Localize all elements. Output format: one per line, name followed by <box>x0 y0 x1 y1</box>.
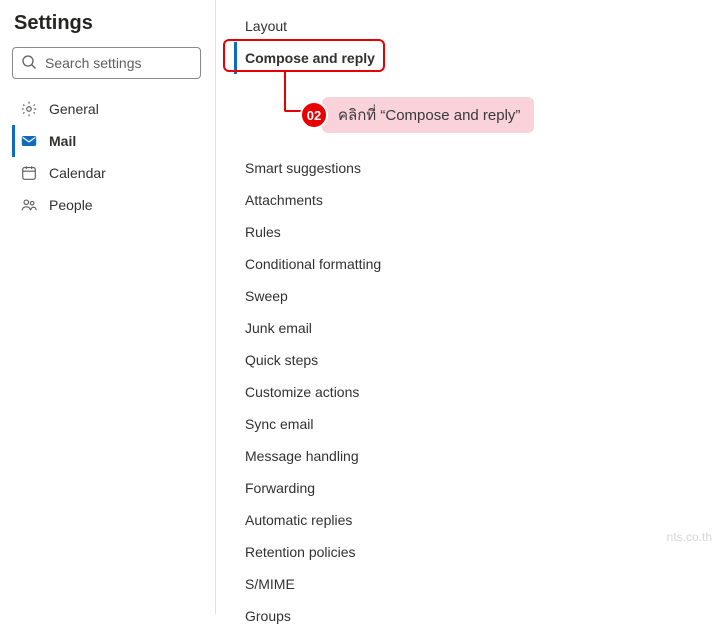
sub-item-smime[interactable]: S/MIME <box>234 568 720 600</box>
nav-item-general[interactable]: General <box>12 93 215 125</box>
people-icon <box>19 195 39 215</box>
sub-item-customize-actions[interactable]: Customize actions <box>234 376 720 408</box>
sub-label: Compose and reply <box>245 50 375 66</box>
sub-label: Groups <box>245 608 291 624</box>
settings-sidebar: Settings General <box>0 0 215 614</box>
sub-label: Rules <box>245 224 281 240</box>
mail-settings-list: Layout Compose and reply <box>234 10 720 74</box>
sub-label: Layout <box>245 18 287 34</box>
annotation-text: คลิกที่ “Compose and reply” <box>322 97 534 133</box>
search-input[interactable] <box>45 55 192 71</box>
sub-label: Conditional formatting <box>245 256 381 272</box>
mail-settings-list-cont: Smart suggestions Attachments Rules Cond… <box>234 152 720 632</box>
sub-item-sweep[interactable]: Sweep <box>234 280 720 312</box>
nav-label: Calendar <box>49 165 106 181</box>
search-settings[interactable] <box>12 47 201 79</box>
sub-label: Retention policies <box>245 544 356 560</box>
sub-item-attachments[interactable]: Attachments <box>234 184 720 216</box>
settings-title: Settings <box>12 10 215 47</box>
sub-label: Sweep <box>245 288 288 304</box>
sub-label: Customize actions <box>245 384 359 400</box>
sub-label: Automatic replies <box>245 512 352 528</box>
nav-item-people[interactable]: People <box>12 189 215 221</box>
sub-label: Forwarding <box>245 480 315 496</box>
sub-item-sync-email[interactable]: Sync email <box>234 408 720 440</box>
gear-icon <box>19 99 39 119</box>
sub-label: Sync email <box>245 416 313 432</box>
sub-item-quick-steps[interactable]: Quick steps <box>234 344 720 376</box>
sub-item-automatic-replies[interactable]: Automatic replies <box>234 504 720 536</box>
nav-item-mail[interactable]: Mail <box>12 125 215 157</box>
sub-item-compose-and-reply[interactable]: Compose and reply <box>234 42 720 74</box>
nav-label: General <box>49 101 99 117</box>
annotation-step-number: 02 <box>300 101 328 129</box>
sub-item-groups[interactable]: Groups <box>234 600 720 632</box>
sub-label: Junk email <box>245 320 312 336</box>
sub-label: S/MIME <box>245 576 295 592</box>
sub-item-layout[interactable]: Layout <box>234 10 720 42</box>
nav-label: Mail <box>49 133 76 149</box>
settings-nav: General Mail <box>12 93 215 221</box>
sub-label: Smart suggestions <box>245 160 361 176</box>
sub-label: Quick steps <box>245 352 318 368</box>
sub-item-retention-policies[interactable]: Retention policies <box>234 536 720 568</box>
sub-item-junk-email[interactable]: Junk email <box>234 312 720 344</box>
calendar-icon <box>19 163 39 183</box>
mail-icon <box>19 131 39 151</box>
sub-item-message-handling[interactable]: Message handling <box>234 440 720 472</box>
sub-item-conditional-formatting[interactable]: Conditional formatting <box>234 248 720 280</box>
search-icon <box>21 54 37 73</box>
sub-item-forwarding[interactable]: Forwarding <box>234 472 720 504</box>
sub-label: Message handling <box>245 448 359 464</box>
annotation-callout: 02 คลิกที่ “Compose and reply” <box>300 97 534 133</box>
sub-item-smart-suggestions[interactable]: Smart suggestions <box>234 152 720 184</box>
watermark: nts.co.th <box>667 530 712 544</box>
sub-label: Attachments <box>245 192 323 208</box>
nav-item-calendar[interactable]: Calendar <box>12 157 215 189</box>
nav-label: People <box>49 197 93 213</box>
sub-item-rules[interactable]: Rules <box>234 216 720 248</box>
settings-sub-pane: Layout Compose and reply Smart suggestio… <box>215 0 720 614</box>
